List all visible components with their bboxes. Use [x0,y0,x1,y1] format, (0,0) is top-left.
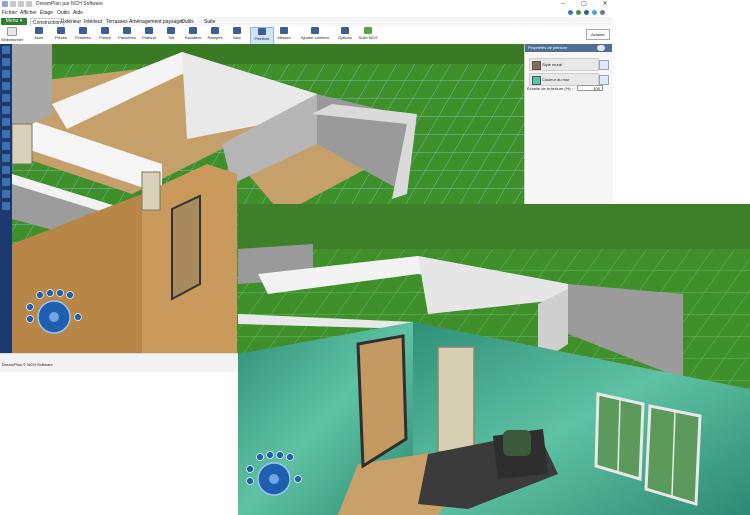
tool-2-icon[interactable] [2,58,10,66]
status-text: DreamPlan © NCH Software [2,362,53,367]
wall-style-swatch [532,61,541,70]
block-button[interactable]: Bloc [226,27,248,44]
navigation-control[interactable] [24,287,84,339]
wall-icon [35,27,43,34]
viewport-3d-painted[interactable] [238,204,750,515]
tool-1-icon[interactable] [2,46,10,54]
rooms-button[interactable]: Pièces [50,27,72,44]
stairs-icon [189,27,197,34]
railings-button[interactable]: Rampes [204,27,226,44]
title-bar: DreamPlan par NCH Software – ▢ ✕ [0,0,612,9]
tool-9-icon[interactable] [2,142,10,150]
windows-button[interactable]: Fenêtres [72,27,94,44]
ceiling-button[interactable]: Plafond [138,27,160,44]
maximize-button[interactable]: ▢ [577,0,591,9]
floor-icon [123,27,131,34]
wall-color-swatch [532,76,541,85]
navigation-control-2[interactable] [244,449,304,501]
tool-13-icon[interactable] [2,190,10,198]
texture-scale-label: Échelle de la texture (%) : [527,86,573,91]
tool-5-icon[interactable] [2,94,10,102]
hand-icon [7,27,17,36]
community-icon[interactable] [576,10,581,15]
tool-6-icon[interactable] [2,106,10,114]
menu-afficher[interactable]: Afficher [20,10,37,16]
tab-terrasses[interactable]: Terrasses [104,18,130,26]
roof-button[interactable]: Toit [160,27,182,44]
tab-outils[interactable]: Outils [179,18,196,26]
texture-scale-input[interactable]: 100 [577,85,603,91]
close-button[interactable]: ✕ [598,0,612,9]
tool-12-icon[interactable] [2,178,10,186]
undo-icon[interactable] [26,1,32,7]
add-content-icon [311,27,319,34]
tool-14-icon[interactable] [2,202,10,210]
print-icon[interactable] [18,1,24,7]
suite-nch-button[interactable]: Suite NCH [357,27,379,44]
measure-icon [280,27,288,34]
paint-icon [258,28,266,35]
floors-button[interactable]: Planchers [116,27,138,44]
tool-11-icon[interactable] [2,166,10,174]
tool-10-icon[interactable] [2,154,10,162]
measure-button[interactable]: Mesure [273,27,295,44]
eyedropper-icon[interactable] [599,60,609,70]
wall-style-row[interactable]: Style mural [529,58,599,71]
twitter-icon[interactable] [592,10,597,15]
menu-bar: Fichier Afficher Étage Outils Aide [0,9,612,17]
menu-etage[interactable]: Étage [40,10,53,16]
rooms-icon [57,27,65,34]
menu-aide[interactable]: Aide [73,10,83,16]
door-icon [101,27,109,34]
window-title: DreamPlan par NCH Software [36,1,103,7]
main-menu-button[interactable]: Menu ▾ [1,18,27,25]
railing-icon [211,27,219,34]
tab-exterieur[interactable]: Extérieur [59,18,83,26]
tool-8-icon[interactable] [2,130,10,138]
painted-render [238,204,750,515]
walls-button[interactable]: Murs [28,27,50,44]
options-button[interactable]: Options [334,27,356,44]
ceiling-icon [145,27,153,34]
tab-interieur[interactable]: Intérieur [82,18,104,26]
save-icon[interactable] [10,1,16,7]
info-icon[interactable] [600,10,605,15]
select-button[interactable]: Sélectionner [1,27,23,44]
panel-collapse-icon[interactable] [597,45,605,51]
stairs-button[interactable]: Escaliers [182,27,204,44]
block-icon [233,27,241,34]
tool-3-icon[interactable] [2,70,10,78]
add-content-button[interactable]: Ajouter contenu [298,27,332,44]
window-icon [79,27,87,34]
buy-button[interactable]: Acheter [586,29,610,40]
facebook-icon[interactable] [584,10,589,15]
menu-outils[interactable]: Outils [57,10,70,16]
tool-7-icon[interactable] [2,118,10,126]
doors-button[interactable]: Portes [94,27,116,44]
minimize-button[interactable]: – [556,0,570,9]
app-logo-icon [2,1,8,7]
help-icon[interactable] [568,10,573,15]
roof-icon [167,27,175,34]
eyedropper-color-icon[interactable] [599,75,609,85]
options-icon [341,27,349,34]
tool-strip [0,44,12,353]
tab-suite[interactable]: Suite [202,18,217,26]
tool-4-icon[interactable] [2,82,10,90]
tab-amenagement[interactable]: Aménagement paysager [127,18,185,26]
suite-icon [364,27,372,34]
menu-fichier[interactable]: Fichier [2,10,17,16]
